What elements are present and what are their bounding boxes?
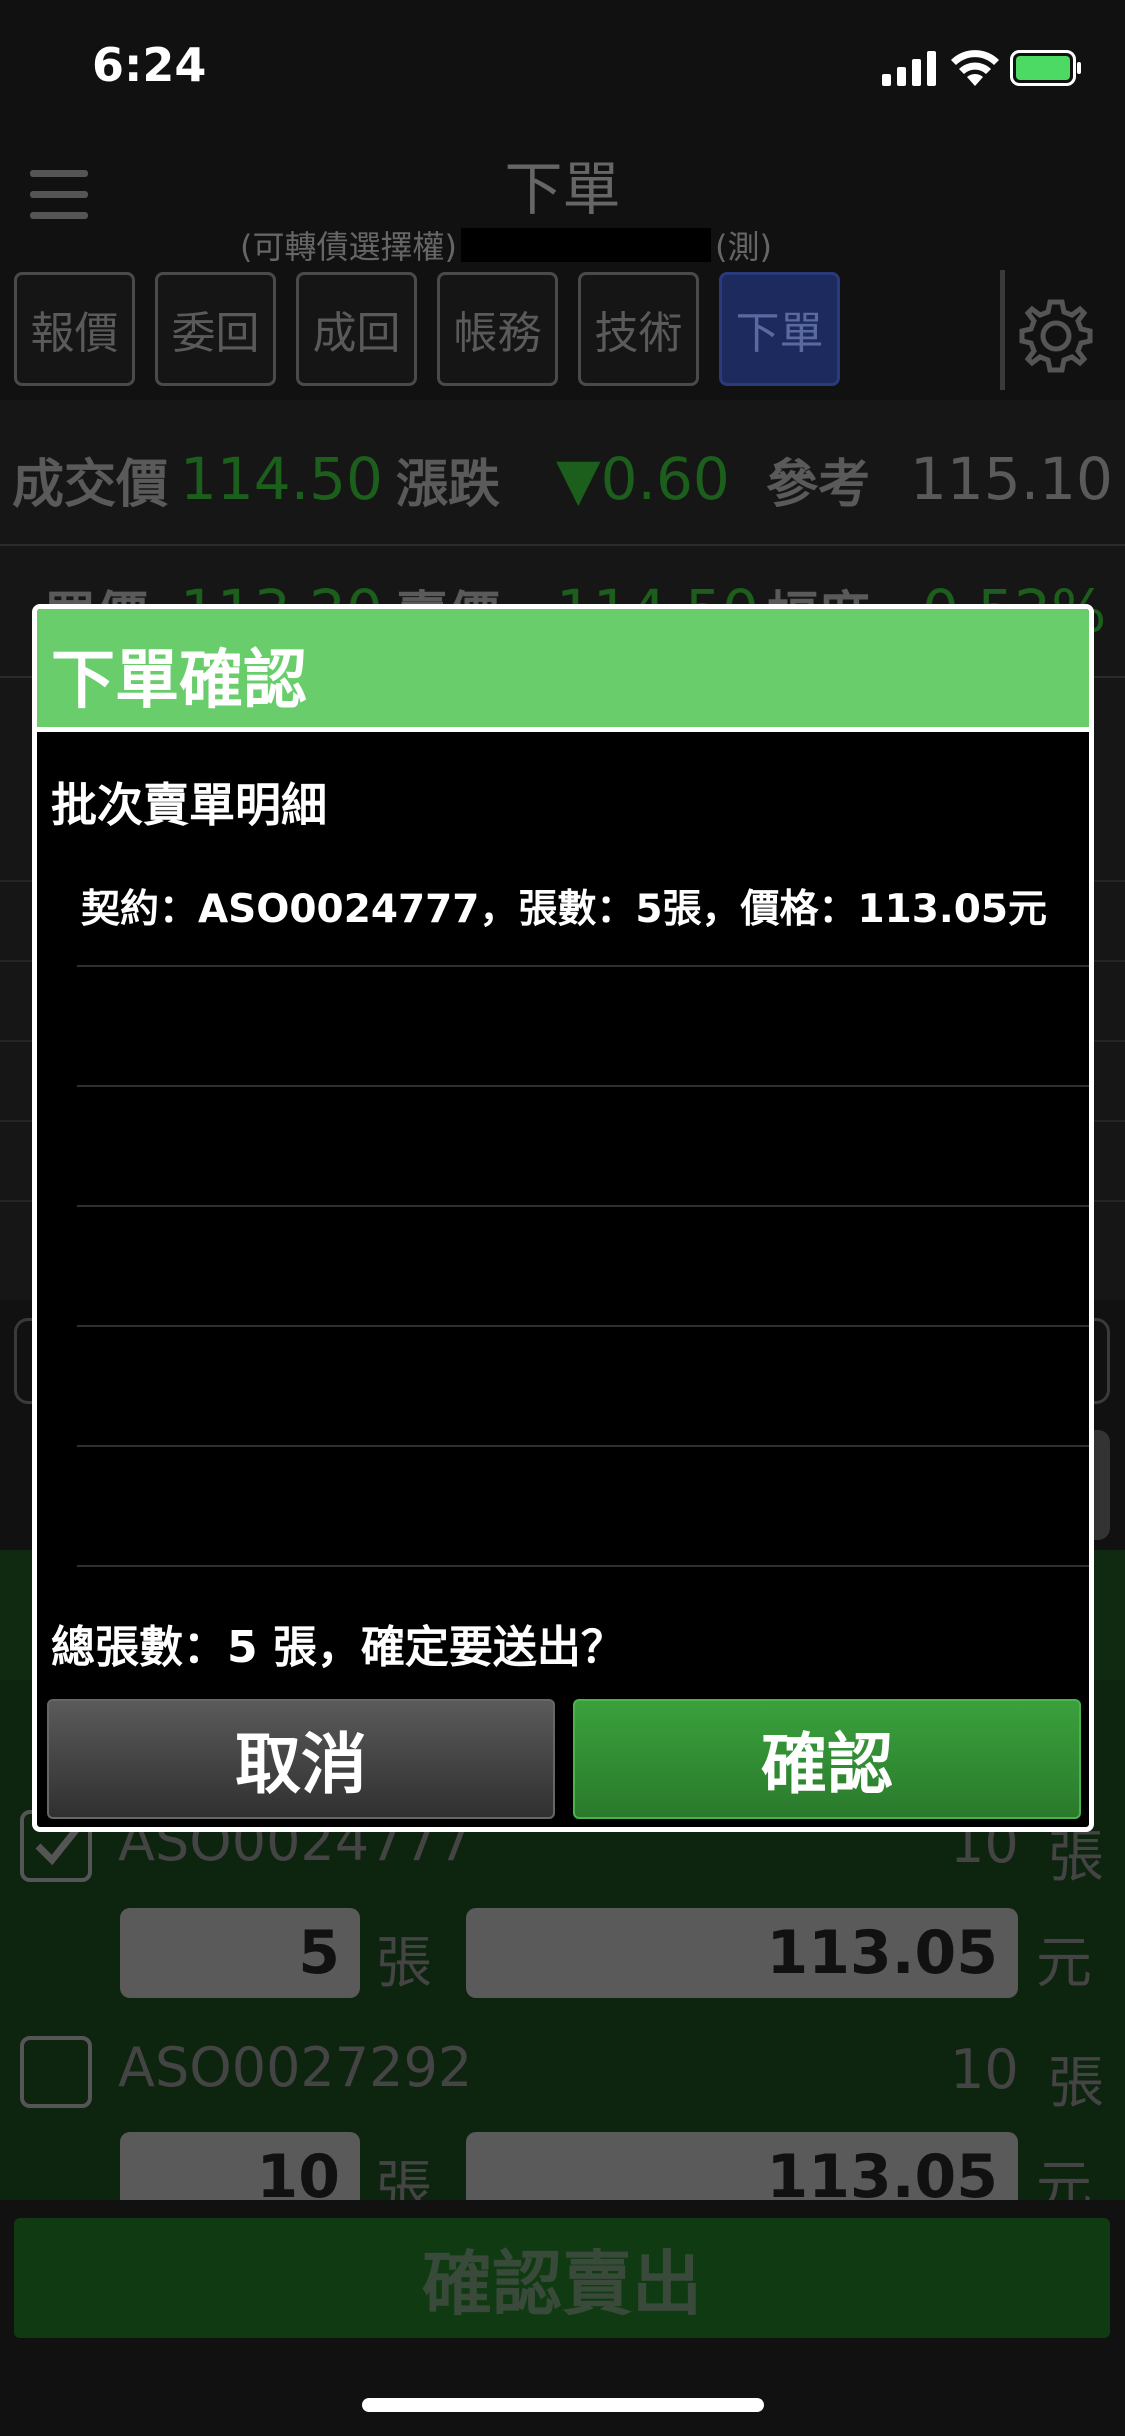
partially-visible-row: 10 張 113.05 <box>120 2132 1018 2200</box>
order-checkbox[interactable] <box>20 2036 92 2108</box>
price-unit: 元 <box>1036 1931 1092 1996</box>
tab-quote[interactable]: 報價 <box>14 272 135 386</box>
order-code: ASO0027292 <box>118 2036 473 2099</box>
price-input[interactable]: 113.05 <box>466 1908 1018 1998</box>
tab-account[interactable]: 帳務 <box>437 272 558 386</box>
price-unit: 元 <box>1036 2155 1092 2200</box>
order-detail-line <box>77 1207 1089 1327</box>
gear-icon[interactable] <box>1016 296 1096 376</box>
subtitle-suffix: (測) <box>714 228 772 266</box>
quantity-unit: 張 <box>376 1931 432 1996</box>
reference-value: 115.10 <box>910 445 1113 513</box>
tab-order-report[interactable]: 委回 <box>155 272 276 386</box>
price-input[interactable]: 113.05 <box>466 2132 1018 2200</box>
page-title: 下單 <box>504 155 621 223</box>
cancel-button[interactable]: 取消 <box>47 1699 555 1819</box>
dialog-title: 下單確認 <box>51 644 307 718</box>
battery-icon <box>1010 50 1081 86</box>
order-detail-list: 契約：ASO0024777，張數：5張，價格：113.05元 <box>77 847 1089 1567</box>
order-detail-line <box>77 1327 1089 1447</box>
quantity-input[interactable]: 5 <box>120 1908 360 1998</box>
order-qty-unit: 張 <box>1048 2051 1104 2116</box>
tab-trade-report[interactable]: 成回 <box>296 272 417 386</box>
cellular-signal-icon <box>882 51 936 86</box>
change-value: ▼0.60 <box>556 445 730 513</box>
order-detail-line <box>77 967 1089 1087</box>
home-indicator <box>362 2398 764 2412</box>
last-price-value: 114.50 <box>180 445 383 513</box>
order-confirm-dialog: 下單確認 批次賣單明細 契約：ASO0024777，張數：5張，價格：113.0… <box>32 604 1094 1832</box>
quantity-unit: 張 <box>376 2155 432 2200</box>
last-price-label: 成交價 <box>12 454 169 515</box>
subtitle-prefix: (可轉債選擇權) <box>240 228 457 266</box>
quote-row: 成交價 114.50 漲跌 ▼0.60 參考 115.10 <box>0 414 1125 546</box>
status-time: 6:24 <box>92 38 207 92</box>
order-detail-line <box>77 1447 1089 1567</box>
wifi-icon <box>951 50 999 86</box>
quantity-input[interactable]: 10 <box>120 2132 360 2200</box>
order-detail-line <box>77 1087 1089 1207</box>
tab-technical[interactable]: 技術 <box>578 272 699 386</box>
tab-place-order[interactable]: 下單 <box>719 272 840 386</box>
confirm-sell-button[interactable]: 確認賣出 <box>14 2218 1110 2338</box>
dialog-summary: 總張數：5 張，確定要送出？ <box>51 1622 625 1673</box>
tab-divider <box>1000 270 1005 390</box>
reference-label: 參考 <box>766 454 871 515</box>
dialog-header: 下單確認 <box>37 609 1089 732</box>
confirm-button[interactable]: 確認 <box>573 1699 1081 1819</box>
change-label: 漲跌 <box>396 454 501 515</box>
function-tabs: 報價 委回 成回 帳務 技術 下單 <box>14 272 860 386</box>
order-detail-line: 契約：ASO0024777，張數：5張，價格：113.05元 <box>77 847 1089 967</box>
dialog-section-title: 批次賣單明細 <box>51 778 327 832</box>
order-qty: 10 <box>950 2038 1019 2101</box>
masked-account-block <box>460 228 711 262</box>
account-subtitle: (可轉債選擇權) (測) <box>240 222 772 268</box>
